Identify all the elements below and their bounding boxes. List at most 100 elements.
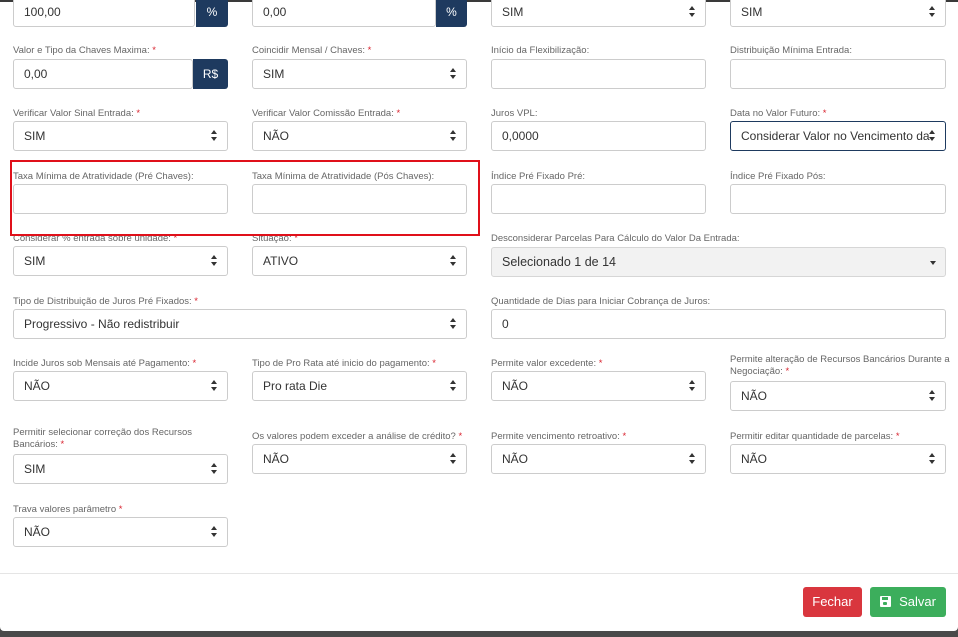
select-arrows-icon (929, 130, 936, 142)
select-arrows-icon (211, 526, 218, 538)
caret-down-icon (930, 261, 936, 265)
field-label: Permite valor excedente: * (491, 358, 603, 369)
indice-pre-fixado-pos-input[interactable] (730, 184, 946, 214)
select-arrows-icon (450, 380, 457, 392)
select-value: SIM (24, 462, 46, 476)
field-label: Índice Pré Fixado Pré: (491, 171, 585, 182)
footer-divider (0, 573, 958, 574)
select-arrows-icon (689, 453, 696, 465)
select-arrows-icon (211, 463, 218, 475)
select-value: SIM (741, 5, 763, 19)
considerar-entrada-select[interactable]: SIM (13, 246, 228, 276)
indice-pre-fixado-pre-input[interactable] (491, 184, 706, 214)
select-value: NÃO (502, 452, 529, 466)
field-label: Permitir editar quantidade de parcelas: … (730, 431, 900, 442)
currency-addon: R$ (193, 59, 228, 89)
data-valor-futuro-select[interactable]: Considerar Valor no Vencimento da (730, 121, 946, 151)
field-label: Juros VPL: (491, 108, 538, 119)
permite-excedente-select[interactable]: NÃO (491, 371, 706, 401)
select-value: SIM (24, 254, 46, 268)
field-label: Início da Flexibilização: (491, 45, 590, 56)
percent-addon: % (436, 0, 467, 27)
field-label: Permite vencimento retroativo: * (491, 431, 627, 442)
close-label: Fechar (812, 594, 853, 609)
select-value: SIM (263, 67, 285, 81)
multiselect-value: Selecionado 1 de 14 (502, 255, 616, 269)
select-arrows-icon (929, 390, 936, 402)
field-label: Data no Valor Futuro: * (730, 108, 827, 119)
input-value: 0,0000 (502, 129, 539, 143)
save-button[interactable]: Salvar (870, 587, 946, 617)
vencimento-retroativo-select[interactable]: NÃO (491, 444, 706, 474)
field-label: Verificar Valor Sinal Entrada: * (13, 108, 141, 119)
percent-addon: % (196, 0, 228, 27)
row0-col3-select[interactable]: SIM (491, 0, 706, 27)
field-label: Tipo de Pro Rata até inicio do pagamento… (252, 358, 436, 369)
select-arrows-icon (450, 130, 457, 142)
correcao-recursos-select[interactable]: SIM (13, 454, 228, 484)
select-value: NÃO (24, 525, 51, 539)
field-label: Quantidade de Dias para Iniciar Cobrança… (491, 296, 711, 307)
field-label: Incide Juros sob Mensais até Pagamento: … (13, 358, 197, 369)
select-arrows-icon (929, 6, 936, 18)
field-label: Índice Pré Fixado Pós: (730, 171, 826, 182)
select-arrows-icon (211, 380, 218, 392)
inicio-flexibilizacao-input[interactable] (491, 59, 706, 89)
distribuicao-minima-input[interactable] (730, 59, 946, 89)
input-value: 0 (502, 317, 509, 331)
verificar-sinal-select[interactable]: SIM (13, 121, 228, 151)
input-value: 0,00 (24, 67, 48, 81)
select-arrows-icon (211, 255, 218, 267)
parameters-modal: 100,00 % 0,00 % SIM SIM Valor e Tipo da … (0, 0, 958, 631)
close-button[interactable]: Fechar (803, 587, 862, 617)
select-value: NÃO (502, 379, 529, 393)
highlight-box (10, 160, 480, 236)
field-label: Permite alteração de Recursos Bancários … (730, 354, 950, 377)
select-value: NÃO (741, 452, 768, 466)
desconsiderar-parcelas-multiselect[interactable]: Selecionado 1 de 14 (491, 247, 946, 277)
exceder-analise-credito-select[interactable]: NÃO (252, 444, 467, 474)
select-arrows-icon (450, 68, 457, 80)
field-label: Tipo de Distribuição de Juros Pré Fixado… (13, 296, 198, 307)
verificar-comissao-select[interactable]: NÃO (252, 121, 467, 151)
permite-alteracao-recursos-select[interactable]: NÃO (730, 381, 946, 411)
row0-col4-select[interactable]: SIM (730, 0, 946, 27)
select-value: ATIVO (263, 254, 299, 268)
floppy-disk-icon (880, 596, 892, 607)
coincidir-mensal-select[interactable]: SIM (252, 59, 467, 89)
juros-vpl-input[interactable]: 0,0000 (491, 121, 706, 151)
select-value: NÃO (263, 129, 290, 143)
field-label: Permitir selecionar correção dos Recurso… (13, 427, 192, 450)
chaves-max-value-input[interactable]: 0,00 (13, 59, 193, 89)
select-value: NÃO (741, 389, 768, 403)
field-label: Verificar Valor Comissão Entrada: * (252, 108, 401, 119)
incide-juros-select[interactable]: NÃO (13, 371, 228, 401)
chaves-min-input[interactable]: 100,00 (13, 0, 195, 27)
field-label: Os valores podem exceder a análise de cr… (252, 431, 463, 442)
select-value: SIM (24, 129, 46, 143)
select-value: NÃO (263, 452, 290, 466)
field-label: Trava valores parâmetro * (13, 504, 123, 515)
select-arrows-icon (450, 453, 457, 465)
dias-cobranca-juros-input[interactable]: 0 (491, 309, 946, 339)
situacao-select[interactable]: ATIVO (252, 246, 467, 276)
row0-col2-input[interactable]: 0,00 (252, 0, 436, 27)
tipo-distribuicao-juros-select[interactable]: Progressivo - Não redistribuir (13, 309, 467, 339)
select-arrows-icon (450, 318, 457, 330)
select-arrows-icon (689, 380, 696, 392)
select-value: NÃO (24, 379, 51, 393)
trava-valores-select[interactable]: NÃO (13, 517, 228, 547)
editar-qtd-parcelas-select[interactable]: NÃO (730, 444, 946, 474)
field-label: Desconsiderar Parcelas Para Cálculo do V… (491, 233, 740, 244)
field-label: Coincidir Mensal / Chaves: * (252, 45, 372, 56)
input-value: 100,00 (24, 5, 61, 19)
select-value: Pro rata Die (263, 379, 328, 393)
field-label: Distribuição Mínima Entrada: (730, 45, 852, 56)
field-label: Valor e Tipo da Chaves Maxima: * (13, 45, 156, 56)
select-value: SIM (502, 5, 524, 19)
select-arrows-icon (929, 453, 936, 465)
select-arrows-icon (689, 6, 696, 18)
save-label: Salvar (899, 594, 936, 609)
tipo-pro-rata-select[interactable]: Pro rata Die (252, 371, 467, 401)
select-arrows-icon (450, 255, 457, 267)
